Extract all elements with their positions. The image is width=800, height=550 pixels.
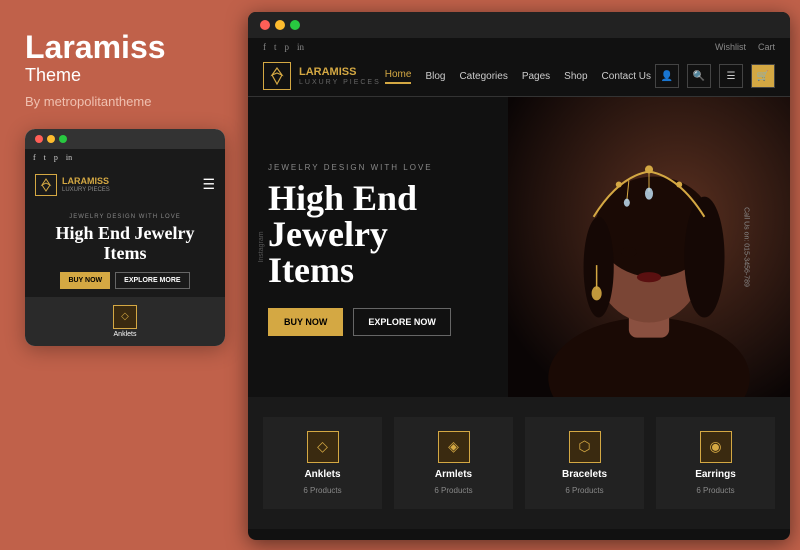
desktop-dot-green: [290, 20, 300, 30]
anklets-count: 6 Products: [303, 486, 341, 495]
brand-subtitle: Theme: [25, 65, 215, 86]
bracelets-icon: ⬡: [569, 431, 601, 463]
armlets-icon: ◈: [438, 431, 470, 463]
mobile-nav: LARAMISS LUXURY PIECES ☰: [25, 166, 225, 204]
mobile-hero-label: JEWELRY DESIGN WITH LOVE: [35, 214, 215, 220]
desktop-hero-title: High EndJewelryItems: [268, 180, 488, 288]
mobile-cat-icon: ◇: [113, 305, 137, 329]
mobile-linkedin-icon: in: [66, 153, 72, 162]
armlets-name: Armlets: [435, 469, 472, 480]
search-icon[interactable]: 🔍: [687, 64, 711, 88]
mobile-logo-icon: [35, 174, 57, 196]
desktop-pinterest-icon[interactable]: p: [285, 42, 290, 52]
desktop-logo-sub: LUXURY PIECES: [299, 79, 381, 86]
by-line: By metropolitantheme: [25, 94, 215, 109]
desktop-social-icons: f t p in: [263, 42, 304, 52]
mobile-explore-button[interactable]: EXPLORE MORE: [115, 272, 189, 289]
mobile-buy-button[interactable]: BUY NOW: [60, 272, 110, 289]
user-icon[interactable]: 👤: [655, 64, 679, 88]
left-panel: Laramiss Theme By metropolitantheme f t …: [0, 0, 240, 550]
mobile-btn-row: BUY NOW EXPLORE MORE: [35, 272, 215, 289]
mobile-category-item: ◇ Anklets: [113, 305, 137, 338]
cart-icon[interactable]: 🛒: [751, 64, 775, 88]
mobile-logo-sub: LUXURY PIECES: [62, 187, 110, 193]
desktop-logo-area: LARAMISS LUXURY PIECES: [263, 62, 381, 90]
desktop-hero-left: Instagram JEWELRY DESIGN WITH LOVE High …: [248, 97, 508, 397]
desktop-linkedin-icon[interactable]: in: [297, 42, 304, 52]
desktop-logo-text-area: LARAMISS LUXURY PIECES: [299, 66, 381, 85]
wishlist-link[interactable]: Wishlist: [715, 42, 746, 52]
nav-home[interactable]: Home: [385, 69, 412, 84]
desktop-hero-label: JEWELRY DESIGN WITH LOVE: [268, 163, 488, 172]
brand-title: Laramiss: [25, 30, 215, 65]
desktop-hero-buttons: BUY NOW EXPLORE NOW: [268, 308, 488, 336]
desktop-top-nav: f t p in Wishlist Cart: [248, 38, 790, 56]
category-bracelets[interactable]: ⬡ Bracelets 6 Products: [525, 417, 644, 509]
desktop-logo-name: LARAMISS: [299, 66, 381, 78]
earrings-count: 6 Products: [696, 486, 734, 495]
mobile-dot-yellow: [47, 135, 55, 143]
nav-categories[interactable]: Categories: [459, 71, 507, 82]
mobile-twitter-icon: t: [44, 153, 46, 162]
mobile-logo-area: LARAMISS LUXURY PIECES: [35, 174, 110, 196]
call-us-vertical-text: Call Us on: 015-3456-789: [743, 207, 750, 287]
desktop-logo-icon: [263, 62, 291, 90]
mobile-hero-title: High End Jewelry Items: [35, 224, 215, 264]
desktop-facebook-icon[interactable]: f: [263, 42, 266, 52]
mobile-hero: JEWELRY DESIGN WITH LOVE High End Jewelr…: [25, 204, 225, 297]
mobile-dot-green: [59, 135, 67, 143]
mobile-dot-red: [35, 135, 43, 143]
category-earrings[interactable]: ◉ Earrings 6 Products: [656, 417, 775, 509]
anklets-name: Anklets: [304, 469, 340, 480]
menu-icon[interactable]: ☰: [719, 64, 743, 88]
cart-link[interactable]: Cart: [758, 42, 775, 52]
mobile-top-bar: [25, 129, 225, 149]
desktop-dot-yellow: [275, 20, 285, 30]
desktop-hero-right: Call Us on: 015-3456-789: [508, 97, 790, 397]
desktop-mockup: f t p in Wishlist Cart LARAMISS LUXURY P…: [248, 12, 790, 540]
mobile-pinterest-icon: p: [54, 153, 58, 162]
bracelets-name: Bracelets: [562, 469, 607, 480]
desktop-main-nav: LARAMISS LUXURY PIECES Home Blog Categor…: [248, 56, 790, 97]
earrings-name: Earrings: [695, 469, 736, 480]
anklets-icon: ◇: [307, 431, 339, 463]
mobile-facebook-icon: f: [33, 153, 36, 162]
armlets-count: 6 Products: [434, 486, 472, 495]
mobile-logo-name: LARAMISS: [62, 177, 110, 187]
desktop-explore-button[interactable]: EXPLORE NOW: [353, 308, 451, 336]
mobile-cat-label: Anklets: [114, 331, 137, 338]
desktop-twitter-icon[interactable]: t: [274, 42, 277, 52]
instagram-vertical-text: Instagram: [258, 231, 265, 262]
mobile-hamburger-icon[interactable]: ☰: [202, 177, 215, 194]
earrings-icon: ◉: [700, 431, 732, 463]
desktop-window-bar: [248, 12, 790, 38]
nav-contact[interactable]: Contact Us: [602, 71, 651, 82]
nav-pages[interactable]: Pages: [522, 71, 550, 82]
desktop-top-links: Wishlist Cart: [715, 42, 775, 52]
desktop-dot-red: [260, 20, 270, 30]
desktop-buy-button[interactable]: BUY NOW: [268, 308, 343, 336]
desktop-nav-actions: 👤 🔍 ☰ 🛒: [655, 64, 775, 88]
mobile-mockup: f t p in LARAMISS LUXURY PIECES ☰: [25, 129, 225, 346]
mobile-logo-text-area: LARAMISS LUXURY PIECES: [62, 177, 110, 193]
bracelets-count: 6 Products: [565, 486, 603, 495]
nav-blog[interactable]: Blog: [425, 71, 445, 82]
desktop-categories: ◇ Anklets 6 Products ◈ Armlets 6 Product…: [248, 397, 790, 529]
category-armlets[interactable]: ◈ Armlets 6 Products: [394, 417, 513, 509]
mobile-category-strip: ◇ Anklets: [25, 297, 225, 346]
desktop-hero: Instagram JEWELRY DESIGN WITH LOVE High …: [248, 97, 790, 397]
desktop-nav-items: Home Blog Categories Pages Shop Contact …: [385, 69, 651, 84]
mobile-social-bar: f t p in: [25, 149, 225, 166]
nav-shop[interactable]: Shop: [564, 71, 587, 82]
hero-image: Call Us on: 015-3456-789: [508, 97, 790, 397]
category-anklets[interactable]: ◇ Anklets 6 Products: [263, 417, 382, 509]
